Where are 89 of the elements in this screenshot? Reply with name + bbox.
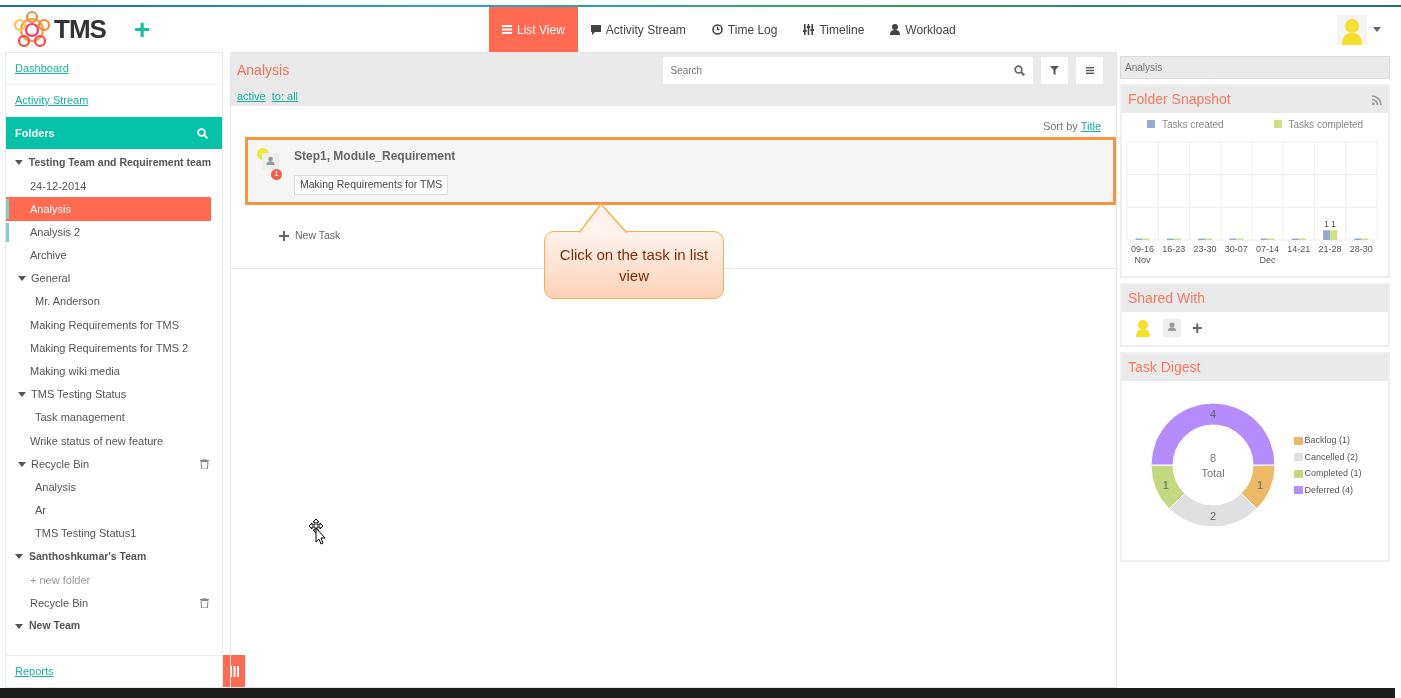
panel-title: Folder Snapshot [1128,90,1231,109]
filter-icon [1049,66,1059,75]
breadcrumb-bar: Analysis [1120,56,1390,79]
move-cursor-icon [308,518,328,546]
axis-label: 07-14 Dec [1256,244,1280,265]
sidebar-toggle-button[interactable] [223,655,245,687]
pending-user-avatar [1163,319,1181,337]
search-icon[interactable] [1013,65,1025,76]
axis-label: 30-07 [1224,244,1248,254]
page-title: Analysis [237,61,290,80]
plus-icon [279,231,289,241]
legend-item: Cancelled (2) [1293,450,1362,464]
total-label: Total [1201,467,1225,479]
data-label: 4 [1209,408,1217,420]
panel-title: Shared With [1128,289,1206,308]
speech-bubble-icon [590,24,601,35]
nav-tab[interactable]: Workload [877,7,969,52]
legend-item: Completed (1) [1293,467,1362,481]
tree-item[interactable]: Analysis 2 [6,220,211,244]
axis-label: 23-30 [1193,244,1217,254]
bars-icon [229,665,239,677]
axis-label: 28-30 [1349,244,1373,254]
tree-item[interactable]: Recycle Bin [6,591,211,615]
menu-button[interactable] [1076,57,1103,84]
axis-label: 21-28 [1318,244,1342,254]
user-avatar [1134,319,1152,337]
caret-icon[interactable] [18,276,26,282]
avatar-icon [256,146,280,171]
flower-logo-icon [12,9,52,50]
tree-item[interactable]: Wrike status of new feature [6,429,211,453]
tree-item[interactable]: Mr. Anderson [6,290,211,314]
caret-icon[interactable] [1373,27,1381,32]
data-label: 2 [1209,510,1217,522]
data-label: 1 [1162,478,1169,491]
caret-icon[interactable] [15,623,23,629]
folders-title: Folders [15,125,55,141]
total-value: 8 [1209,452,1217,464]
caret-icon[interactable] [15,160,23,166]
add-user-button[interactable]: + [1192,319,1203,337]
nav-tab[interactable]: Time Log [698,7,791,52]
panel-title: Task Digest [1128,358,1201,377]
axis-label: 16-23 [1162,244,1186,254]
tree-item[interactable]: Santhoshkumar's Team [6,545,211,569]
tree-item[interactable]: Recycle Bin [6,452,211,476]
data-label: 1 [1324,219,1330,230]
sort-label: Sort by [1042,120,1079,132]
legend-item: Tasks completed [1273,117,1364,132]
tree-item[interactable]: Making wiki media [6,359,211,383]
tree-item[interactable]: General [6,266,211,291]
callout-pointer [579,203,629,233]
legend-item: Backlog (1) [1293,434,1362,448]
legend-item: Tasks created [1146,117,1224,132]
sliders-icon [803,24,815,35]
logo-text: TMS [54,13,106,46]
tree-item[interactable]: Making Requirements for TMS [6,313,211,337]
tree-item[interactable]: TMS Testing Status [6,382,211,407]
axis-label: 14-21 [1287,244,1311,254]
caret-icon[interactable] [15,554,23,560]
person-icon [890,24,901,35]
task-title[interactable]: Step1, Module_Requirement [294,146,456,165]
filter-button[interactable] [1040,57,1068,84]
trash-icon[interactable] [200,598,209,609]
tree-item[interactable]: New Team [6,614,211,638]
nav-tab[interactable]: Activity Stream [577,7,699,52]
callout: Click on the task in list view [544,231,724,299]
trash-icon[interactable] [200,459,209,470]
task-row[interactable]: 1 Step1, Module_Requirement Making Requirements for TMS [245,136,1116,205]
tree-item[interactable]: Task management [6,406,211,430]
legend-item: Deferred (4) [1293,483,1362,497]
tree-item[interactable]: Making Requirements for TMS 2 [6,336,211,360]
caret-icon[interactable] [18,391,26,397]
tree-item[interactable]: Archive [6,243,211,267]
tree-item[interactable]: 24-12-2014 [6,174,211,198]
tree-item[interactable]: Testing Team and Requirement team [6,151,211,175]
folder-tag[interactable]: Making Requirements for TMS [294,174,449,195]
count-badge: 1 [271,168,282,180]
tree-item[interactable]: Ar [6,498,211,522]
new-task-button[interactable]: New Task [279,228,341,244]
tree-item[interactable]: TMS Testing Status1 [6,522,211,546]
caret-icon[interactable] [18,461,26,467]
axis-label: 09-16 Nov [1131,244,1155,265]
tree-item[interactable]: Analysis [6,475,211,499]
data-label: 1 [1331,219,1337,230]
data-label: 1 [1257,478,1264,491]
clock-icon [711,24,723,35]
search-field[interactable]: Search [662,57,1033,84]
nav-tab[interactable]: Timeline [790,7,878,52]
menu-icon [1085,67,1094,74]
list-icon [502,25,512,34]
